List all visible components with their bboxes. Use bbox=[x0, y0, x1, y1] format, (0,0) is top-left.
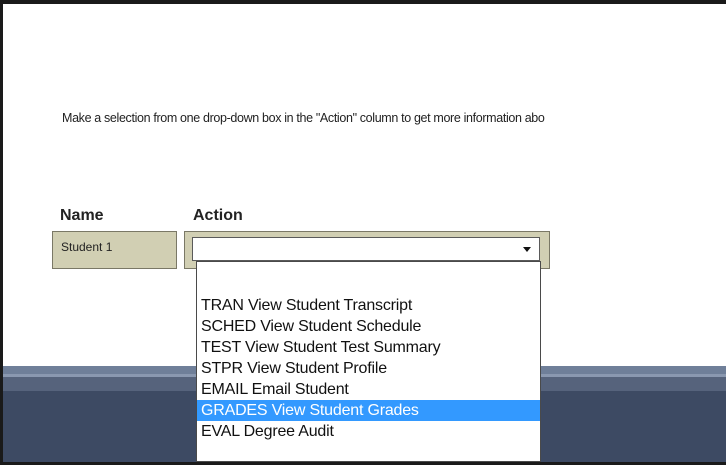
dropdown-option-stpr[interactable]: STPR View Student Profile bbox=[197, 358, 540, 379]
dropdown-option-grades[interactable]: GRADES View Student Grades bbox=[197, 400, 540, 421]
action-dropdown-list[interactable]: TRAN View Student Transcript SCHED View … bbox=[196, 261, 541, 462]
dropdown-option-eval[interactable]: EVAL Degree Audit bbox=[197, 421, 540, 442]
dropdown-option-test[interactable]: TEST View Student Test Summary bbox=[197, 337, 540, 358]
dropdown-option-tran[interactable]: TRAN View Student Transcript bbox=[197, 295, 540, 316]
name-column-header: Name bbox=[60, 207, 104, 224]
dropdown-option-email[interactable]: EMAIL Email Student bbox=[197, 379, 540, 400]
page-frame: Make a selection from one drop-down box … bbox=[0, 0, 726, 465]
dropdown-option-sched[interactable]: SCHED View Student Schedule bbox=[197, 316, 540, 337]
instructions-text: Make a selection from one drop-down box … bbox=[62, 111, 545, 125]
action-column-header: Action bbox=[193, 207, 243, 224]
student-name-cell: Student 1 bbox=[52, 231, 177, 269]
action-select[interactable] bbox=[192, 237, 540, 261]
chevron-down-icon[interactable] bbox=[523, 247, 531, 252]
